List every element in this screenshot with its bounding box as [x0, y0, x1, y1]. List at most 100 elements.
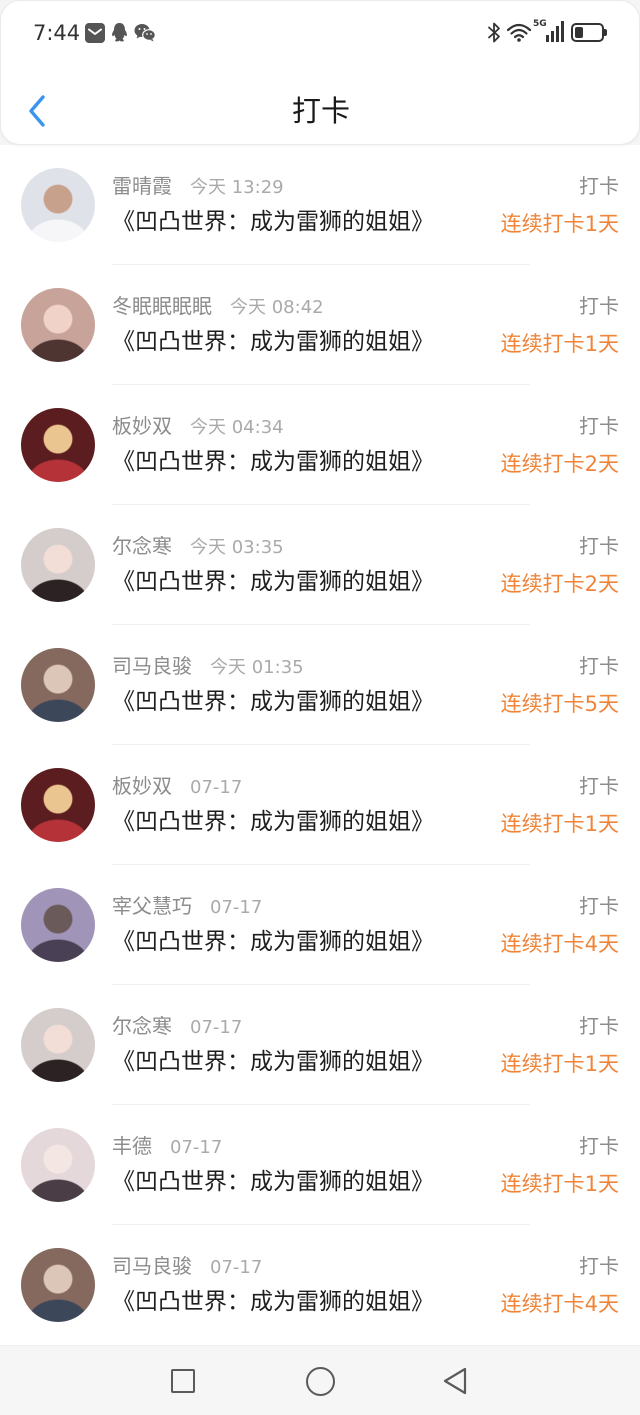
- streak-badge: 连续打卡2天: [500, 452, 619, 476]
- book-title: 《凹凸世界：成为雷狮的姐姐》: [112, 329, 434, 355]
- checkin-label: 打卡: [579, 534, 619, 558]
- book-title: 《凹凸世界：成为雷狮的姐姐》: [112, 809, 434, 835]
- user-name: 板妙双: [112, 414, 172, 438]
- battery-level-fill: [575, 27, 583, 38]
- avatar[interactable]: [21, 1008, 95, 1082]
- user-name: 丰德: [112, 1134, 152, 1158]
- book-title: 《凹凸世界：成为雷狮的姐姐》: [112, 929, 434, 955]
- wifi-icon: [506, 22, 532, 42]
- checkin-label: 打卡: [579, 654, 619, 678]
- checkin-time: 07-17: [190, 777, 243, 798]
- avatar[interactable]: [21, 1128, 95, 1202]
- avatar[interactable]: [21, 888, 95, 962]
- checkin-label: 打卡: [579, 414, 619, 438]
- checkin-meta: 冬眠眠眠眠 今天 08:42: [112, 293, 324, 319]
- checkin-time: 今天 01:35: [210, 657, 304, 678]
- page-title: 打卡: [291, 94, 350, 128]
- checkin-label: 打卡: [579, 174, 619, 198]
- checkin-list-item[interactable]: 尔念寒 今天 03:35 《凹凸世界：成为雷狮的姐姐》 打卡 连续打卡2天: [0, 505, 640, 625]
- streak-badge: 连续打卡2天: [500, 572, 619, 596]
- status-time: 7:44: [33, 21, 81, 45]
- checkin-time: 今天 04:34: [190, 417, 284, 438]
- message-notification-icon: [85, 23, 105, 43]
- checkin-meta: 雷晴霞 今天 13:29: [112, 173, 284, 199]
- book-title: 《凹凸世界：成为雷狮的姐姐》: [112, 209, 434, 235]
- user-name: 宰父慧巧: [112, 894, 192, 918]
- streak-badge: 连续打卡5天: [500, 692, 619, 716]
- battery-icon: [571, 23, 607, 42]
- user-name: 板妙双: [112, 774, 172, 798]
- checkin-list-item[interactable]: 雷晴霞 今天 13:29 《凹凸世界：成为雷狮的姐姐》 打卡 连续打卡1天: [0, 145, 640, 265]
- checkin-time: 07-17: [190, 1017, 243, 1038]
- checkin-meta: 尔念寒 07-17: [112, 1013, 242, 1039]
- back-triangle-icon: [441, 1366, 469, 1396]
- wechat-icon: [134, 23, 156, 42]
- checkin-time: 今天 03:35: [190, 537, 284, 558]
- checkin-meta: 宰父慧巧 07-17: [112, 893, 262, 919]
- avatar[interactable]: [21, 1248, 95, 1322]
- network-type-label: 5G: [533, 19, 547, 29]
- checkin-meta: 丰德 07-17: [112, 1133, 222, 1159]
- user-name: 冬眠眠眠眠: [112, 294, 212, 318]
- checkin-label: 打卡: [579, 1014, 619, 1038]
- checkin-time: 今天 08:42: [230, 297, 324, 318]
- checkin-list-item[interactable]: 司马良骏 今天 01:35 《凹凸世界：成为雷狮的姐姐》 打卡 连续打卡5天: [0, 625, 640, 745]
- checkin-label: 打卡: [579, 294, 619, 318]
- bluetooth-icon: [487, 21, 501, 44]
- user-name: 司马良骏: [112, 1254, 192, 1278]
- checkin-meta: 板妙双 07-17: [112, 773, 242, 799]
- home-button[interactable]: [292, 1356, 348, 1406]
- checkin-meta: 板妙双 今天 04:34: [112, 413, 284, 439]
- streak-badge: 连续打卡1天: [500, 1172, 619, 1196]
- checkin-time: 07-17: [170, 1137, 223, 1158]
- avatar[interactable]: [21, 408, 95, 482]
- system-nav-bar: [0, 1345, 640, 1415]
- checkin-time: 07-17: [210, 1257, 263, 1278]
- book-title: 《凹凸世界：成为雷狮的姐姐》: [112, 449, 434, 475]
- checkin-label: 打卡: [579, 894, 619, 918]
- checkin-list: 雷晴霞 今天 13:29 《凹凸世界：成为雷狮的姐姐》 打卡 连续打卡1天 冬眠…: [0, 145, 640, 1345]
- checkin-list-item[interactable]: 板妙双 今天 04:34 《凹凸世界：成为雷狮的姐姐》 打卡 连续打卡2天: [0, 385, 640, 505]
- streak-badge: 连续打卡1天: [500, 212, 619, 236]
- system-back-button[interactable]: [427, 1356, 483, 1406]
- checkin-list-item[interactable]: 司马良骏 07-17 《凹凸世界：成为雷狮的姐姐》 打卡 连续打卡4天: [0, 1225, 640, 1345]
- book-title: 《凹凸世界：成为雷狮的姐姐》: [112, 689, 434, 715]
- streak-badge: 连续打卡4天: [500, 1292, 619, 1316]
- book-title: 《凹凸世界：成为雷狮的姐姐》: [112, 569, 434, 595]
- checkin-meta: 司马良骏 今天 01:35: [112, 653, 304, 679]
- avatar[interactable]: [21, 168, 95, 242]
- checkin-label: 打卡: [579, 1134, 619, 1158]
- app-header: 7:44 5G 打卡: [0, 0, 640, 145]
- checkin-list-item[interactable]: 板妙双 07-17 《凹凸世界：成为雷狮的姐姐》 打卡 连续打卡1天: [0, 745, 640, 865]
- streak-badge: 连续打卡1天: [500, 332, 619, 356]
- checkin-label: 打卡: [579, 1254, 619, 1278]
- user-name: 尔念寒: [112, 1014, 172, 1038]
- signal-icon: [546, 21, 564, 42]
- home-circle-icon: [305, 1366, 335, 1396]
- streak-badge: 连续打卡1天: [500, 812, 619, 836]
- avatar[interactable]: [21, 288, 95, 362]
- book-title: 《凹凸世界：成为雷狮的姐姐》: [112, 1289, 434, 1315]
- checkin-list-item[interactable]: 丰德 07-17 《凹凸世界：成为雷狮的姐姐》 打卡 连续打卡1天: [0, 1105, 640, 1225]
- streak-badge: 连续打卡1天: [500, 1052, 619, 1076]
- status-bar: 7:44 5G: [1, 1, 640, 63]
- streak-badge: 连续打卡4天: [500, 932, 619, 956]
- checkin-meta: 司马良骏 07-17: [112, 1253, 262, 1279]
- checkin-list-item[interactable]: 宰父慧巧 07-17 《凹凸世界：成为雷狮的姐姐》 打卡 连续打卡4天: [0, 865, 640, 985]
- avatar[interactable]: [21, 648, 95, 722]
- checkin-list-item[interactable]: 尔念寒 07-17 《凹凸世界：成为雷狮的姐姐》 打卡 连续打卡1天: [0, 985, 640, 1105]
- book-title: 《凹凸世界：成为雷狮的姐姐》: [112, 1169, 434, 1195]
- user-name: 雷晴霞: [112, 174, 172, 198]
- checkin-list-item[interactable]: 冬眠眠眠眠 今天 08:42 《凹凸世界：成为雷狮的姐姐》 打卡 连续打卡1天: [0, 265, 640, 385]
- avatar[interactable]: [21, 528, 95, 602]
- avatar[interactable]: [21, 768, 95, 842]
- checkin-meta: 尔念寒 今天 03:35: [112, 533, 284, 559]
- recents-button[interactable]: [155, 1356, 211, 1406]
- checkin-time: 07-17: [210, 897, 263, 918]
- checkin-label: 打卡: [579, 774, 619, 798]
- checkin-time: 今天 13:29: [190, 177, 284, 198]
- book-title: 《凹凸世界：成为雷狮的姐姐》: [112, 1049, 434, 1075]
- qq-icon: [110, 22, 129, 43]
- user-name: 司马良骏: [112, 654, 192, 678]
- user-name: 尔念寒: [112, 534, 172, 558]
